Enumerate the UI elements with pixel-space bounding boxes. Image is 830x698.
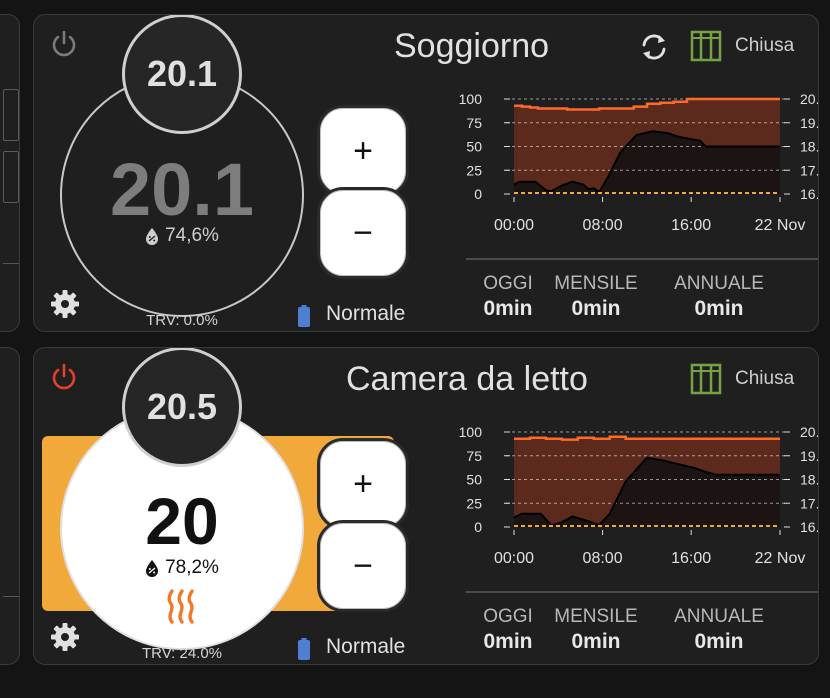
gear-icon[interactable] [48, 287, 82, 321]
right-tick-label: 20.0 [800, 424, 819, 440]
stat-value: 0min [483, 630, 533, 653]
stat-oggi: OGGI 0min [466, 606, 550, 654]
left-tick-label: 100 [459, 91, 483, 107]
window-icon [690, 30, 722, 62]
humidity-icon [146, 228, 159, 245]
history-chart: 100 75 50 25 0 20.0 19.1 18.2 17.3 16.3 00:00 08:00… [459, 424, 819, 567]
increase-button[interactable]: + [317, 438, 409, 530]
heating-flame-icon [167, 589, 194, 624]
stat-label: OGGI [483, 273, 533, 294]
humidity-value: 78,2% [165, 557, 219, 578]
right-tick-label: 17.3 [800, 495, 819, 511]
left-tick-label: 0 [474, 519, 482, 535]
stat-value: 0min [571, 297, 621, 320]
stat-oggi: OGGI 0min [466, 273, 550, 321]
history-chart: 100 75 50 25 0 20.4 19.4 18.4 17.4 16.3 00:00 08:00… [459, 91, 819, 234]
stat-annuale: ANNUALE 0min [664, 606, 774, 654]
x-tick-label: 00:00 [494, 550, 534, 567]
window-icon [690, 363, 722, 395]
mode-label[interactable]: Normale [326, 302, 405, 326]
right-tick-label: 18.4 [800, 139, 819, 155]
stat-value: 0min [694, 630, 744, 653]
humidity-icon [146, 560, 159, 577]
right-tick-label: 20.4 [800, 91, 819, 107]
x-tick-label: 22 Nov [755, 550, 806, 567]
stat-label: MENSILE [554, 606, 638, 627]
current-temperature: 20.1 [109, 148, 255, 231]
right-tick-label: 19.4 [800, 115, 819, 131]
power-icon[interactable] [49, 362, 79, 392]
x-tick-label: 16:00 [671, 550, 711, 567]
target-temperature-line [514, 435, 780, 441]
left-tick-label: 50 [466, 472, 482, 488]
trv-value: TRV: 0.0% [146, 312, 218, 329]
battery-icon [298, 638, 310, 660]
increase-button[interactable]: + [317, 105, 409, 197]
x-tick-label: 08:00 [583, 550, 623, 567]
left-tick-label: 0 [474, 186, 482, 202]
x-tick-label: 08:00 [583, 217, 623, 234]
mode-label[interactable]: Normale [326, 635, 405, 659]
left-tick-label: 100 [459, 424, 483, 440]
stat-mensile: MENSILE 0min [546, 273, 646, 321]
stat-value: 0min [694, 297, 744, 320]
room-name: Soggiorno [394, 27, 550, 65]
stat-value: 0min [571, 630, 621, 653]
partial-left-button-2[interactable] [3, 151, 19, 203]
gear-icon[interactable] [48, 620, 82, 654]
power-icon[interactable] [49, 29, 79, 59]
humidity-value: 74,6% [165, 225, 219, 246]
partial-left-divider [3, 263, 19, 264]
left-tick-label: 50 [466, 139, 482, 155]
x-tick-label: 16:00 [671, 217, 711, 234]
stat-label: ANNUALE [674, 273, 764, 294]
right-tick-label: 17.4 [800, 162, 819, 178]
target-temperature[interactable]: 20.1 [122, 15, 242, 134]
stat-label: OGGI [483, 606, 533, 627]
current-temperature: 20 [145, 484, 219, 558]
room-name: Camera da letto [346, 360, 588, 398]
right-tick-label: 19.1 [800, 448, 819, 464]
decrease-button[interactable]: − [317, 187, 409, 279]
partial-left-button-1[interactable] [3, 89, 19, 141]
stat-label: ANNUALE [674, 606, 764, 627]
decrease-button[interactable]: − [317, 520, 409, 612]
partial-left-card [0, 14, 20, 332]
sync-icon[interactable] [637, 30, 671, 64]
trv-value: TRV: 24.0% [141, 645, 223, 662]
x-tick-label: 00:00 [494, 217, 534, 234]
battery-icon [298, 305, 310, 327]
stat-label: MENSILE [554, 273, 638, 294]
chart-divider [466, 591, 818, 593]
humidity-readout: 78,2% [60, 557, 304, 579]
partial-left-divider-2 [3, 596, 19, 597]
thermostat-card-soggiorno: 20.1 20.1 74,6% TRV: 0.0% + − Normale So… [33, 14, 819, 332]
window-status: Chiusa [735, 368, 795, 389]
chart-divider [466, 258, 818, 260]
left-tick-label: 25 [466, 162, 482, 178]
right-tick-label: 16.3 [800, 519, 819, 535]
stat-annuale: ANNUALE 0min [664, 273, 774, 321]
stat-value: 0min [483, 297, 533, 320]
left-tick-label: 75 [466, 448, 482, 464]
x-tick-label: 22 Nov [755, 217, 806, 234]
partial-left-card-2 [0, 347, 20, 665]
stat-mensile: MENSILE 0min [546, 606, 646, 654]
left-tick-label: 75 [466, 115, 482, 131]
right-tick-label: 16.3 [800, 186, 819, 202]
window-status: Chiusa [735, 35, 795, 56]
target-temperature[interactable]: 20.5 [122, 348, 242, 467]
right-tick-label: 18.2 [800, 472, 819, 488]
thermostat-card-camera: 20.5 20 78,2% TRV: 24.0% + − Normale Cam… [33, 347, 819, 665]
humidity-readout: 74,6% [60, 225, 304, 247]
left-tick-label: 25 [466, 495, 482, 511]
